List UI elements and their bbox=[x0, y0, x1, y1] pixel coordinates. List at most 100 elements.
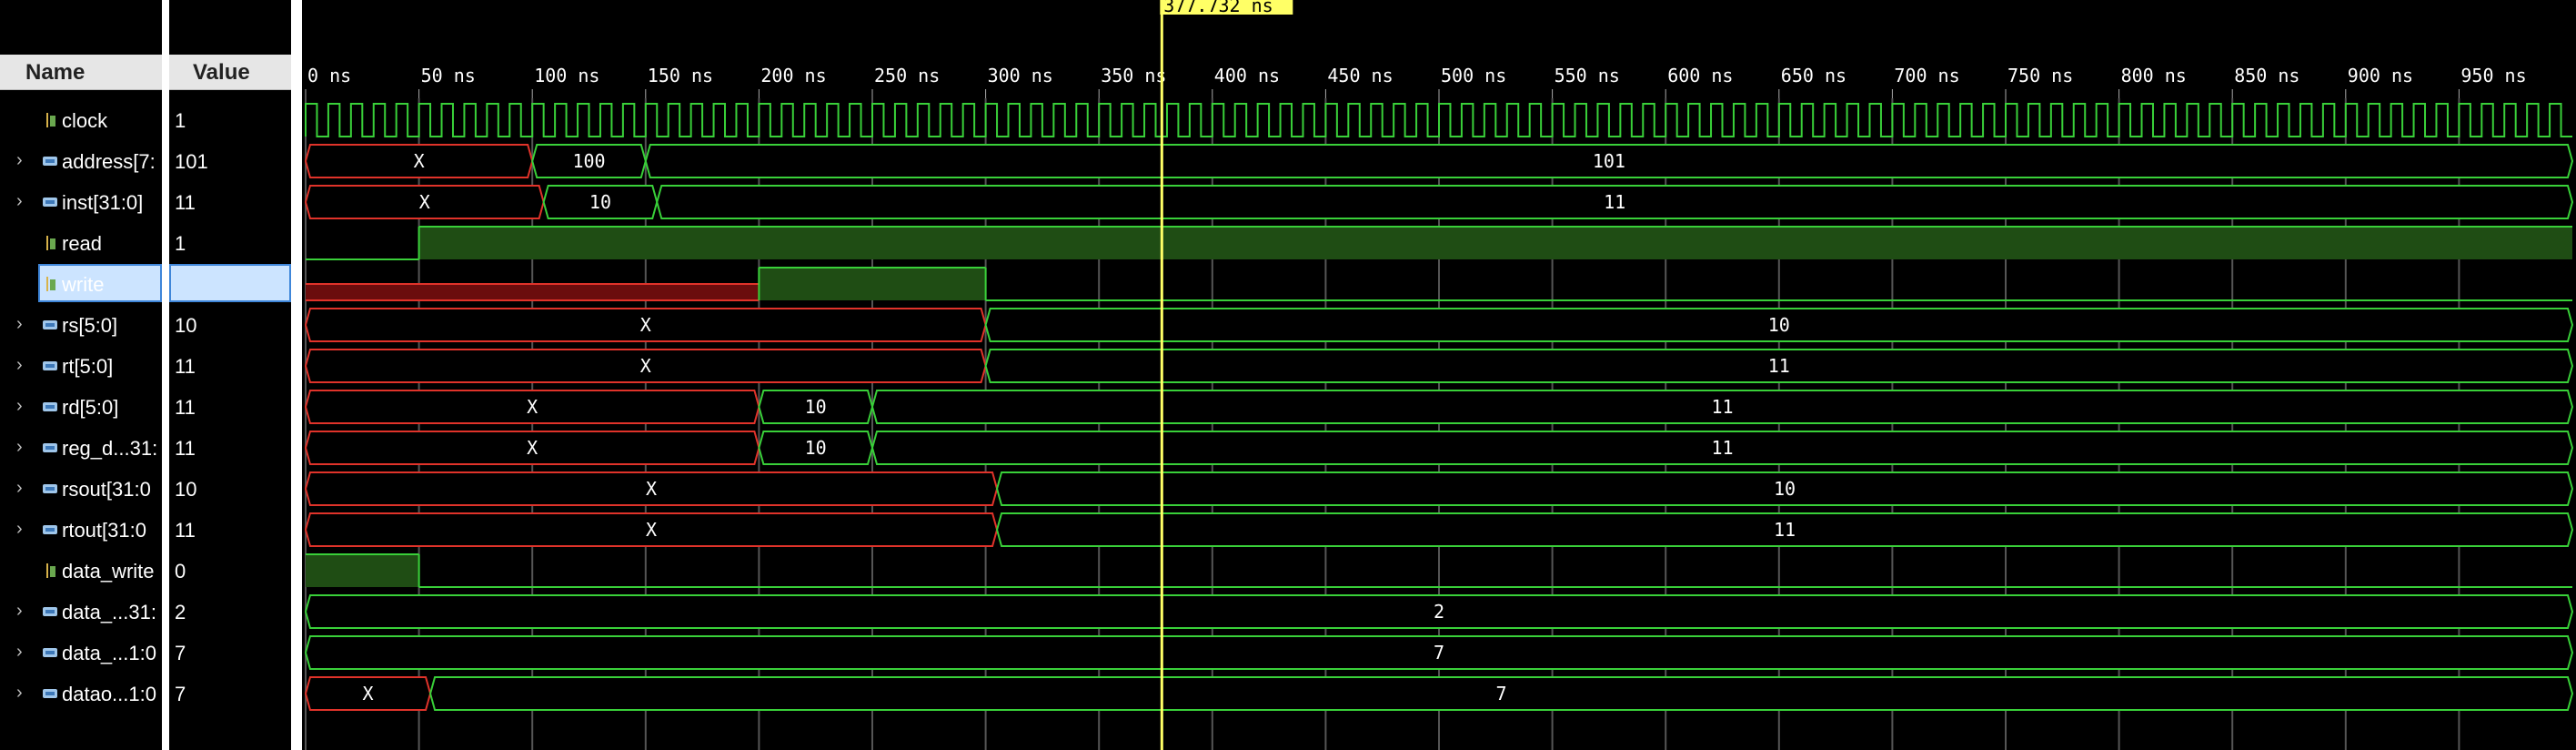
signal-row[interactable]: › rsout[31:0 bbox=[0, 469, 162, 510]
signal-row[interactable]: clock bbox=[0, 100, 162, 141]
bus-value-label: X bbox=[640, 355, 651, 377]
signal-value: 10 bbox=[175, 314, 197, 337]
value-row[interactable]: 7 bbox=[169, 674, 298, 715]
ruler-tick-label: 950 ns bbox=[2460, 65, 2526, 86]
chevron-right-icon[interactable]: › bbox=[16, 683, 23, 704]
ruler-tick-label: 450 ns bbox=[1327, 65, 1393, 86]
signal-values-panel: Value 110111101011111110110277 bbox=[169, 0, 298, 750]
bit-unknown-fill bbox=[306, 284, 760, 300]
value-row[interactable]: 0 bbox=[169, 551, 298, 592]
ruler-tick-label: 700 ns bbox=[1894, 65, 1959, 86]
signal-name: inst[31:0] bbox=[62, 191, 144, 214]
chevron-right-icon[interactable]: › bbox=[16, 150, 23, 171]
bus-signal-icon bbox=[43, 320, 57, 329]
signal-row[interactable]: › rtout[31:0 bbox=[0, 510, 162, 551]
ruler-tick-label: 550 ns bbox=[1555, 65, 1620, 86]
signal-row[interactable]: › address[7: bbox=[0, 141, 162, 182]
bus-signal-icon bbox=[43, 525, 57, 534]
bus-value-label: 7 bbox=[1496, 683, 1507, 704]
signal-row[interactable]: write bbox=[0, 264, 162, 305]
value-row[interactable]: 11 bbox=[169, 182, 298, 223]
value-row[interactable]: 2 bbox=[169, 592, 298, 633]
signal-name: read bbox=[62, 232, 103, 255]
value-row[interactable]: 10 bbox=[169, 305, 298, 346]
chevron-right-icon[interactable]: › bbox=[16, 314, 23, 335]
ruler-tick-label: 500 ns bbox=[1441, 65, 1506, 86]
chevron-right-icon[interactable]: › bbox=[16, 642, 23, 663]
signal-row[interactable]: › data_...1:0 bbox=[0, 633, 162, 674]
signal-row[interactable]: › datao...1:0 bbox=[0, 674, 162, 715]
signal-value: 11 bbox=[175, 191, 196, 214]
signal-name: address[7: bbox=[62, 150, 156, 173]
waveform-canvas[interactable]: 0 ns 50 ns 100 ns 150 ns 200 ns 250 ns 300 ns 3… bbox=[302, 0, 2576, 750]
value-row[interactable]: 11 bbox=[169, 387, 298, 428]
clock-waveform bbox=[305, 103, 2572, 137]
signal-value: 11 bbox=[175, 396, 196, 419]
waveform-area[interactable]: 0 ns 50 ns 100 ns 150 ns 200 ns 250 ns 300 ns 3… bbox=[302, 0, 2576, 750]
bus-value-label: X bbox=[419, 191, 430, 213]
signal-row[interactable]: › rt[5:0] bbox=[0, 346, 162, 387]
bit-high-fill bbox=[759, 268, 986, 300]
signal-value: 11 bbox=[175, 355, 196, 378]
signal-row[interactable]: › inst[31:0] bbox=[0, 182, 162, 223]
bus-value-label: X bbox=[527, 396, 538, 418]
signal-name: rs[5:0] bbox=[62, 314, 118, 337]
ruler-tick-label: 350 ns bbox=[1101, 65, 1166, 86]
value-row[interactable]: 1 bbox=[169, 100, 298, 141]
ruler-tick-label: 850 ns bbox=[2234, 65, 2299, 86]
signal-name: datao...1:0 bbox=[62, 683, 156, 705]
value-column-header[interactable]: Value bbox=[169, 55, 298, 90]
signal-row[interactable]: data_write bbox=[0, 551, 162, 592]
bus-value-label: X bbox=[646, 478, 657, 500]
signal-row[interactable]: › rs[5:0] bbox=[0, 305, 162, 346]
bus-signal-icon bbox=[43, 443, 57, 452]
value-row[interactable]: 101 bbox=[169, 141, 298, 182]
value-row[interactable]: 10 bbox=[169, 469, 298, 510]
chevron-right-icon[interactable]: › bbox=[16, 478, 23, 499]
bus-signal-icon bbox=[43, 689, 57, 698]
ruler-tick-label: 800 ns bbox=[2121, 65, 2187, 86]
signal-row[interactable]: › reg_d...31: bbox=[0, 428, 162, 469]
bus-signal-icon bbox=[43, 157, 57, 166]
bit-signal-icon bbox=[46, 113, 55, 127]
signal-name: data_...1:0 bbox=[62, 642, 156, 664]
signal-value: 1 bbox=[175, 109, 186, 132]
bus-value-label: 7 bbox=[1434, 642, 1444, 664]
bus-value-label: 2 bbox=[1434, 601, 1444, 623]
value-row[interactable]: 11 bbox=[169, 346, 298, 387]
ruler-tick-label: 150 ns bbox=[648, 65, 713, 86]
value-row[interactable]: 7 bbox=[169, 633, 298, 674]
signal-row[interactable]: › data_...31: bbox=[0, 592, 162, 633]
signal-names-panel: Name clock › address[7: › inst[31:0] read writ… bbox=[0, 0, 162, 750]
value-row[interactable]: 1 bbox=[169, 223, 298, 264]
signal-name: rsout[31:0 bbox=[62, 478, 151, 501]
signal-row[interactable]: read bbox=[0, 223, 162, 264]
signal-name: write bbox=[62, 273, 105, 296]
bit-signal-icon bbox=[46, 277, 55, 291]
ruler-tick-label: 650 ns bbox=[1781, 65, 1846, 86]
waveform-pane-divider[interactable] bbox=[291, 0, 302, 750]
ruler-tick-label: 250 ns bbox=[874, 65, 940, 86]
signal-value: 2 bbox=[175, 601, 186, 623]
ruler-tick-label: 400 ns bbox=[1214, 65, 1280, 86]
bus-value-label: X bbox=[640, 314, 651, 336]
chevron-right-icon[interactable]: › bbox=[16, 437, 23, 458]
value-row[interactable]: 11 bbox=[169, 428, 298, 469]
signal-row[interactable]: › rd[5:0] bbox=[0, 387, 162, 428]
signal-name: rt[5:0] bbox=[62, 355, 114, 378]
chevron-right-icon[interactable]: › bbox=[16, 601, 23, 622]
chevron-right-icon[interactable]: › bbox=[16, 355, 23, 376]
chevron-right-icon[interactable]: › bbox=[16, 191, 23, 212]
chevron-right-icon[interactable]: › bbox=[16, 396, 23, 417]
bus-signal-icon bbox=[43, 648, 57, 657]
ruler-tick-label: 0 ns bbox=[307, 65, 351, 86]
name-column-header[interactable]: Name bbox=[0, 55, 162, 90]
ruler-tick-label: 50 ns bbox=[421, 65, 476, 86]
value-row[interactable]: 11 bbox=[169, 510, 298, 551]
bus-value-label: X bbox=[527, 437, 538, 459]
column-divider[interactable] bbox=[162, 0, 169, 750]
chevron-right-icon[interactable]: › bbox=[16, 519, 23, 540]
bus-value-label: 11 bbox=[1711, 437, 1733, 459]
bus-value-label: X bbox=[363, 683, 374, 704]
signal-name: reg_d...31: bbox=[62, 437, 158, 460]
